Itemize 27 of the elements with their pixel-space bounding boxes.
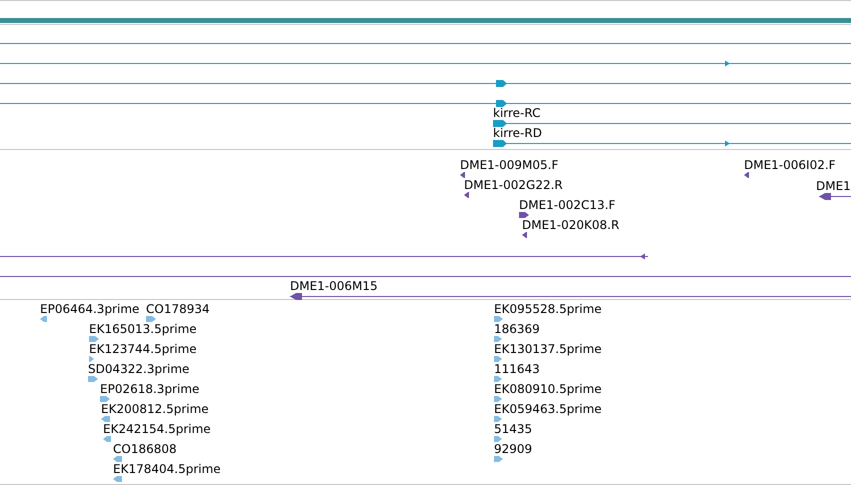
feature-label: DME1-009M05.F [460, 158, 558, 172]
feature-label: CO178934 [146, 302, 210, 316]
feature-label: EK095528.5prime [494, 302, 602, 316]
feature-label: EK059463.5prime [494, 402, 602, 416]
feature-label: EP02618.3prime [100, 382, 200, 396]
feature-label: 111643 [494, 362, 540, 376]
feature-label: DME1-006M15 [290, 279, 378, 293]
feature-label: EK200812.5prime [101, 402, 209, 416]
feature-label: EK130137.5prime [494, 342, 602, 356]
feature-label: DME1 [816, 179, 851, 193]
feature-label: EK165013.5prime [89, 322, 197, 336]
feature-label: 51435 [494, 422, 532, 436]
feature-label: kirre-RD [493, 126, 542, 140]
feature-label: EP06464.3prime [40, 302, 140, 316]
feature-label: EK123744.5prime [89, 342, 197, 356]
feature-label: EK178404.5prime [113, 462, 221, 476]
feature-label: 92909 [494, 442, 532, 456]
feature-label: DME1-002G22.R [464, 178, 563, 192]
feature-label: CO186808 [113, 442, 177, 456]
feature-label: DME1-002C13.F [519, 198, 616, 212]
feature-label: kirre-RC [493, 106, 541, 120]
feature-label: DME1-006I02.F [744, 158, 836, 172]
feature-label: 186369 [494, 322, 540, 336]
feature-label: EK080910.5prime [494, 382, 602, 396]
feature-label: EK242154.5prime [103, 422, 211, 436]
feature-label: DME1-020K08.R [522, 218, 620, 232]
feature-label: SD04322.3prime [88, 362, 190, 376]
